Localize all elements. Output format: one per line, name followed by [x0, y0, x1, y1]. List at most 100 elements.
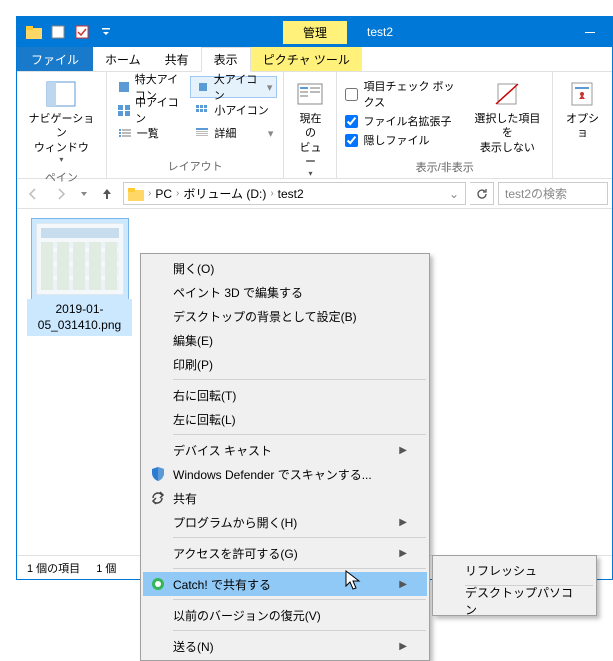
breadcrumb[interactable]: › PC › ボリューム (D:) › test2 ⌄	[123, 182, 466, 205]
up-button[interactable]	[95, 182, 119, 206]
titlebar: 管理 test2	[17, 17, 612, 47]
ctx-paint3d[interactable]: ペイント 3D で編集する	[143, 280, 427, 304]
crumb-volume[interactable]: ボリューム (D:)	[181, 185, 268, 202]
ctx-edit[interactable]: 編集(E)	[143, 328, 427, 352]
history-dropdown[interactable]	[77, 182, 91, 206]
separator	[173, 599, 426, 600]
ctx-rotate-right[interactable]: 右に回転(T)	[143, 383, 427, 407]
layout-large[interactable]: 大アイコン▾	[190, 76, 277, 98]
checkbox-hidden[interactable]	[345, 134, 358, 147]
ctx-catch-share[interactable]: Catch! で共有する▶	[143, 572, 427, 596]
refresh-button[interactable]	[470, 182, 494, 205]
navigation-pane-button[interactable]: ナビゲーション ウィンドウ ▾	[23, 76, 100, 167]
chevron-right-icon[interactable]: ›	[270, 188, 273, 199]
ribbon-group-layout: 特大アイコン 大アイコン▾ 中アイコン 小アイコン 一覧 詳細▾ レイアウト	[107, 72, 285, 178]
chevron-right-icon: ▶	[399, 548, 407, 559]
tab-share[interactable]: 共有	[153, 47, 201, 71]
status-selected-count: 1 個	[96, 560, 116, 576]
tab-home[interactable]: ホーム	[93, 47, 153, 71]
sub-desktop-pc[interactable]: デスクトップパソコン	[435, 589, 594, 613]
folder-icon	[126, 187, 146, 201]
small-icon	[194, 103, 210, 117]
tab-file[interactable]: ファイル	[17, 47, 93, 71]
chevron-right-icon[interactable]: ›	[176, 188, 179, 199]
options-icon	[566, 78, 598, 110]
chevron-down-icon: ▾	[59, 155, 63, 165]
details-icon	[194, 126, 210, 140]
list-icon	[117, 126, 133, 140]
checkbox-extensions[interactable]	[345, 115, 358, 128]
file-name[interactable]: 2019-01-05_031410.png	[27, 299, 132, 336]
medium-icon	[117, 103, 131, 117]
qat-dropdown-icon[interactable]	[95, 21, 117, 43]
options-button[interactable]: オプショ	[559, 76, 606, 143]
window-title: test2	[367, 25, 393, 39]
tab-picture-tools[interactable]: ピクチャ ツール	[251, 47, 362, 71]
ctx-send-to[interactable]: 送る(N)▶	[143, 634, 427, 658]
search-input[interactable]: test2の検索	[498, 182, 608, 205]
crumb-pc[interactable]: PC	[153, 187, 174, 201]
ctx-print[interactable]: 印刷(P)	[143, 352, 427, 376]
chevron-down-icon: ▾	[308, 169, 312, 179]
chevron-right-icon: ▶	[399, 445, 407, 456]
chevron-right-icon: ▶	[399, 641, 407, 652]
ctx-open-with[interactable]: プログラムから開く(H)▶	[143, 510, 427, 534]
ribbon-group-show-hide: 項目チェック ボックス ファイル名拡張子 隠しファイル 選択した項目を 表示しな…	[337, 72, 552, 178]
current-view-icon	[294, 78, 326, 110]
chevron-right-icon: ▶	[399, 517, 407, 528]
tab-view[interactable]: 表示	[201, 47, 251, 72]
separator	[173, 434, 426, 435]
layout-small[interactable]: 小アイコン	[190, 99, 277, 121]
ribbon-group-current-view: 現在の ビュー ▾	[284, 72, 337, 178]
separator	[173, 537, 426, 538]
manage-tab-header[interactable]: 管理	[283, 21, 347, 44]
navigation-pane-icon	[45, 78, 77, 110]
separator	[173, 568, 426, 569]
breadcrumb-dropdown[interactable]: ⌄	[449, 187, 463, 201]
file-thumbnail[interactable]	[32, 219, 128, 299]
current-view-button[interactable]: 現在の ビュー ▾	[290, 76, 330, 182]
check-extensions[interactable]: ファイル名拡張子	[345, 113, 462, 129]
ribbon-group-options: オプショ	[553, 72, 612, 178]
ctx-cast[interactable]: デバイス キャスト▶	[143, 438, 427, 462]
properties-icon[interactable]	[71, 21, 93, 43]
ribbon: ナビゲーション ウィンドウ ▾ ペイン 特大アイコン 大アイコン▾ 中アイコン …	[17, 72, 612, 179]
ctx-wallpaper[interactable]: デスクトップの背景として設定(B)	[143, 304, 427, 328]
folder-icon	[23, 21, 45, 43]
sub-refresh[interactable]: リフレッシュ	[435, 558, 594, 582]
ctx-access[interactable]: アクセスを許可する(G)▶	[143, 541, 427, 565]
layout-medium[interactable]: 中アイコン	[113, 99, 189, 121]
share-icon	[149, 489, 167, 507]
ctx-previous-versions[interactable]: 以前のバージョンの復元(V)	[143, 603, 427, 627]
crumb-folder[interactable]: test2	[276, 187, 306, 201]
ctx-rotate-left[interactable]: 左に回転(L)	[143, 407, 427, 431]
extra-large-icon	[117, 80, 131, 94]
catch-icon	[149, 575, 167, 593]
separator	[173, 630, 426, 631]
layout-list[interactable]: 一覧	[113, 122, 189, 144]
forward-button[interactable]	[49, 182, 73, 206]
shield-icon	[149, 465, 167, 483]
check-hidden[interactable]: 隠しファイル	[345, 132, 462, 148]
quick-access-toolbar	[17, 21, 123, 43]
ctx-open[interactable]: 開く(O)	[143, 256, 427, 280]
back-button[interactable]	[21, 182, 45, 206]
checkbox-item-checkboxes[interactable]	[345, 88, 358, 101]
chevron-right-icon[interactable]: ›	[148, 188, 151, 199]
chevron-right-icon: ▶	[399, 579, 407, 590]
layout-details[interactable]: 詳細▾	[190, 122, 277, 144]
ribbon-tabs: ファイル ホーム 共有 表示 ピクチャ ツール	[17, 47, 612, 72]
ctx-share[interactable]: 共有	[143, 486, 427, 510]
group-label-show-hide: 表示/非表示	[343, 157, 545, 177]
address-bar: › PC › ボリューム (D:) › test2 ⌄ test2の検索	[17, 179, 612, 209]
separator	[173, 379, 426, 380]
pin-icon[interactable]	[47, 21, 69, 43]
minimize-button[interactable]	[567, 17, 612, 47]
context-submenu: リフレッシュ デスクトップパソコン	[432, 555, 597, 616]
group-label-layout: レイアウト	[113, 156, 278, 176]
hide-selected-icon	[491, 78, 523, 110]
hide-selected-button[interactable]: 選択した項目を 表示しない	[469, 76, 546, 157]
file-item[interactable]: 2019-01-05_031410.png	[27, 219, 132, 336]
check-item-checkboxes[interactable]: 項目チェック ボックス	[345, 78, 462, 110]
ctx-defender[interactable]: Windows Defender でスキャンする...	[143, 462, 427, 486]
